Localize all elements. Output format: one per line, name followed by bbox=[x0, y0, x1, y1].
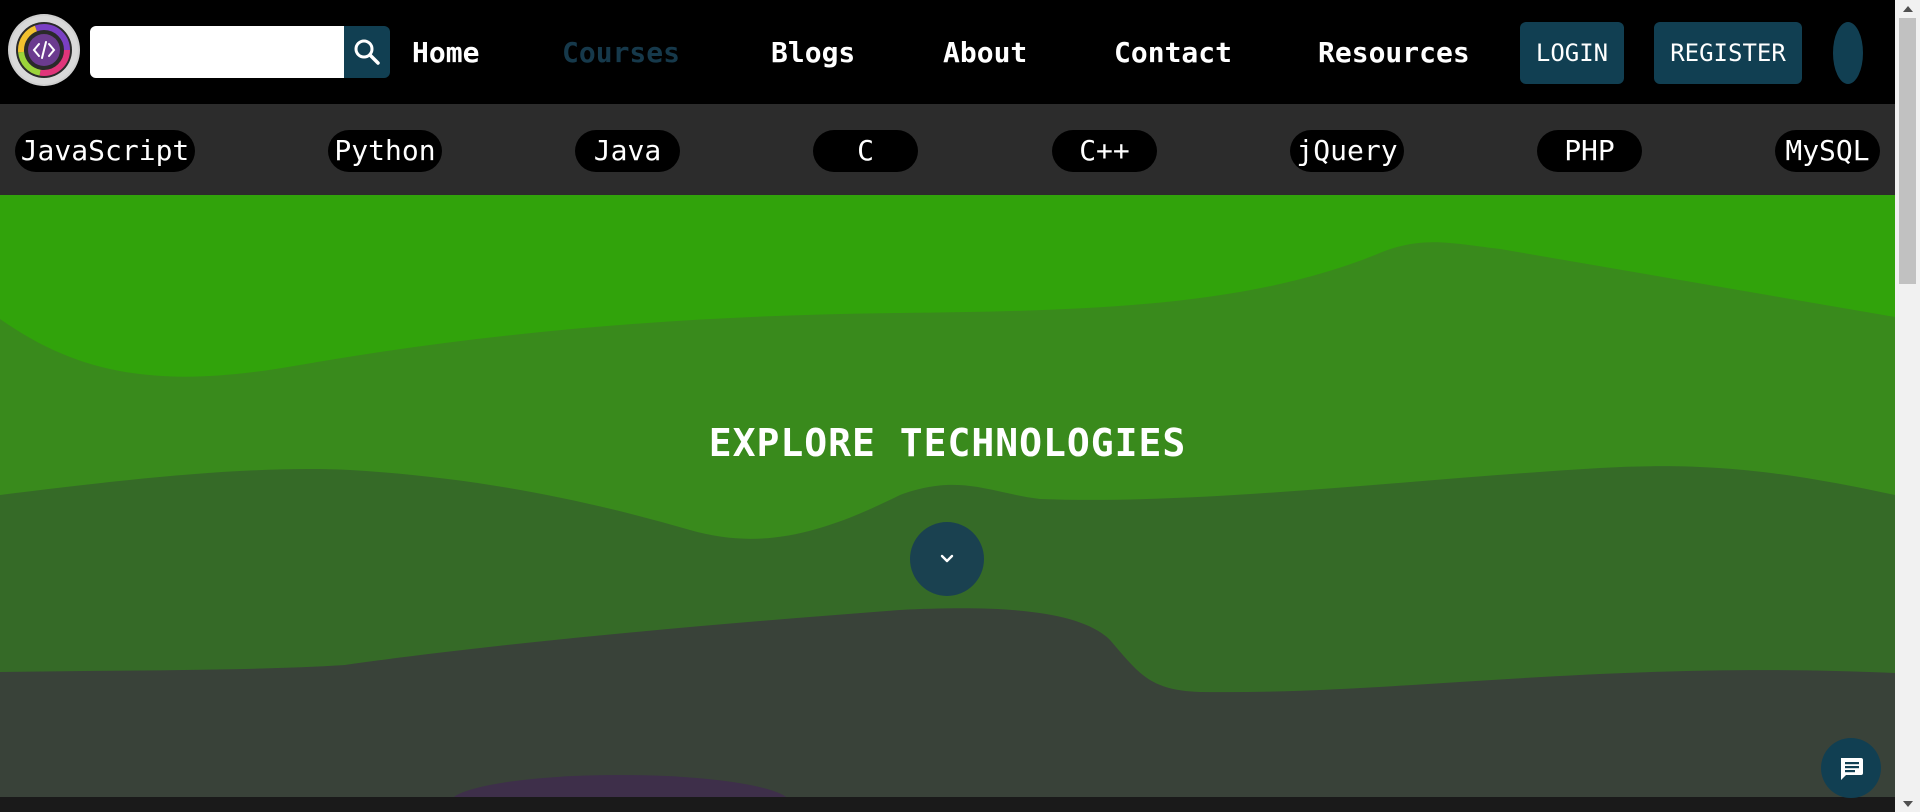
scroll-down-button[interactable] bbox=[910, 522, 984, 596]
login-button[interactable]: LOGIN bbox=[1520, 22, 1624, 84]
chat-button[interactable] bbox=[1821, 738, 1881, 798]
tech-chip-python[interactable]: Python bbox=[328, 130, 442, 172]
page-bottom-strip bbox=[0, 797, 1895, 812]
nav-link-blogs[interactable]: Blogs bbox=[771, 31, 855, 75]
tech-chip-php[interactable]: PHP bbox=[1537, 130, 1642, 172]
site-logo[interactable] bbox=[8, 14, 80, 86]
tech-chip-jquery[interactable]: jQuery bbox=[1290, 130, 1404, 172]
code-brackets-logo-icon bbox=[10, 16, 78, 84]
hero-wave-background bbox=[0, 195, 1895, 797]
chevron-down-icon bbox=[940, 554, 954, 563]
scroll-down-arrow-icon[interactable] bbox=[1895, 795, 1920, 812]
scrollbar-thumb[interactable] bbox=[1899, 18, 1916, 284]
nav-link-about[interactable]: About bbox=[943, 31, 1027, 75]
tech-chip-mysql[interactable]: MySQL bbox=[1775, 130, 1880, 172]
hero-title: EXPLORE TECHNOLOGIES bbox=[708, 421, 1187, 465]
nav-link-contact[interactable]: Contact bbox=[1114, 31, 1232, 75]
search-icon bbox=[354, 39, 380, 65]
nav-link-courses[interactable]: Courses bbox=[562, 31, 680, 75]
user-avatar[interactable] bbox=[1833, 22, 1863, 84]
tech-chip-java[interactable]: Java bbox=[575, 130, 680, 172]
nav-link-resources[interactable]: Resources bbox=[1318, 31, 1470, 75]
scroll-up-arrow-icon[interactable] bbox=[1895, 0, 1920, 17]
nav-link-home[interactable]: Home bbox=[412, 31, 479, 75]
tech-chip-cpp[interactable]: C++ bbox=[1052, 130, 1157, 172]
search-button[interactable] bbox=[344, 26, 390, 78]
chat-bubble-icon bbox=[1841, 758, 1863, 780]
vertical-scrollbar[interactable] bbox=[1895, 0, 1920, 812]
hero-section: EXPLORE TECHNOLOGIES bbox=[0, 195, 1895, 797]
tech-chip-javascript[interactable]: JavaScript bbox=[15, 130, 195, 172]
tech-chip-c[interactable]: C bbox=[813, 130, 918, 172]
top-navigation-bar: Home Courses Blogs About Contact Resourc… bbox=[0, 0, 1895, 104]
register-button[interactable]: REGISTER bbox=[1654, 22, 1802, 84]
search-input[interactable] bbox=[90, 26, 344, 78]
technology-strip: JavaScript Python Java C C++ jQuery PHP … bbox=[0, 104, 1895, 195]
